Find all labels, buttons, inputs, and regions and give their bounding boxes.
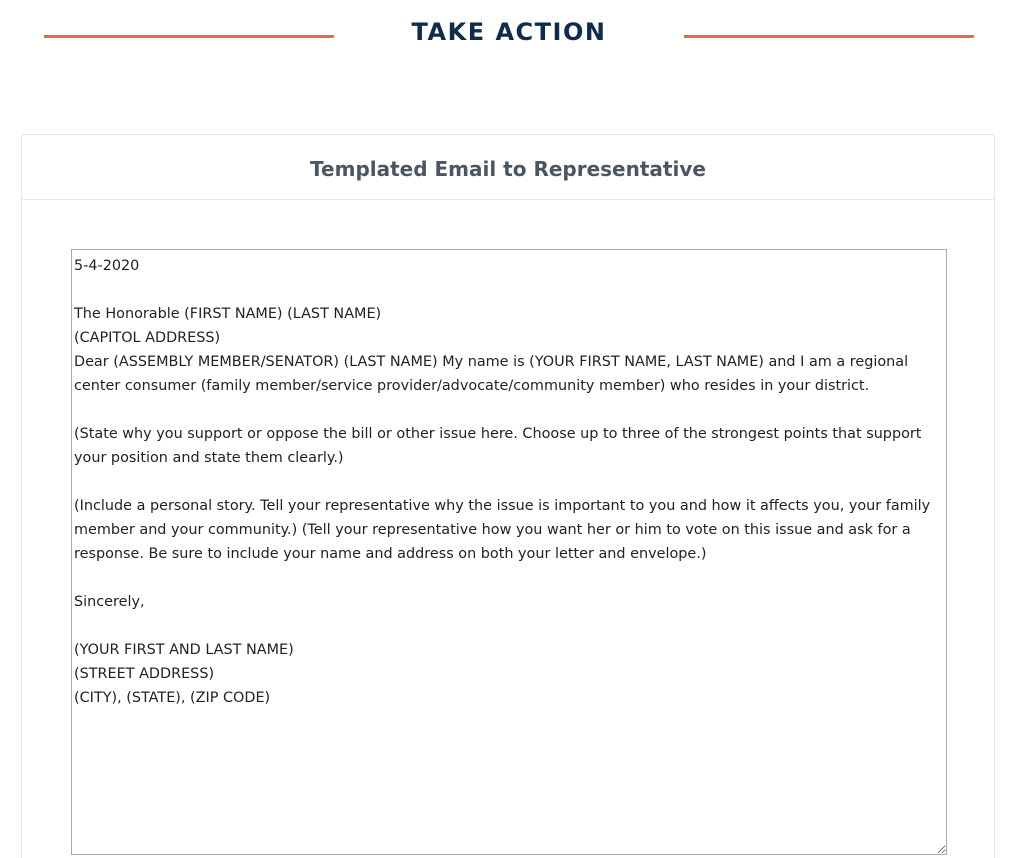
take-action-page: TAKE ACTION Templated Email to Represent… [0,0,1020,858]
card-title: Templated Email to Representative [310,157,706,181]
right-divider-line [684,35,974,38]
section-title: TAKE ACTION [411,18,607,46]
left-divider-line [44,35,334,38]
email-body-textarea[interactable]: 5-4-2020 The Honorable (FIRST NAME) (LAS… [71,249,947,855]
card-header: Templated Email to Representative [22,135,994,200]
section-header: TAKE ACTION [0,0,1020,72]
